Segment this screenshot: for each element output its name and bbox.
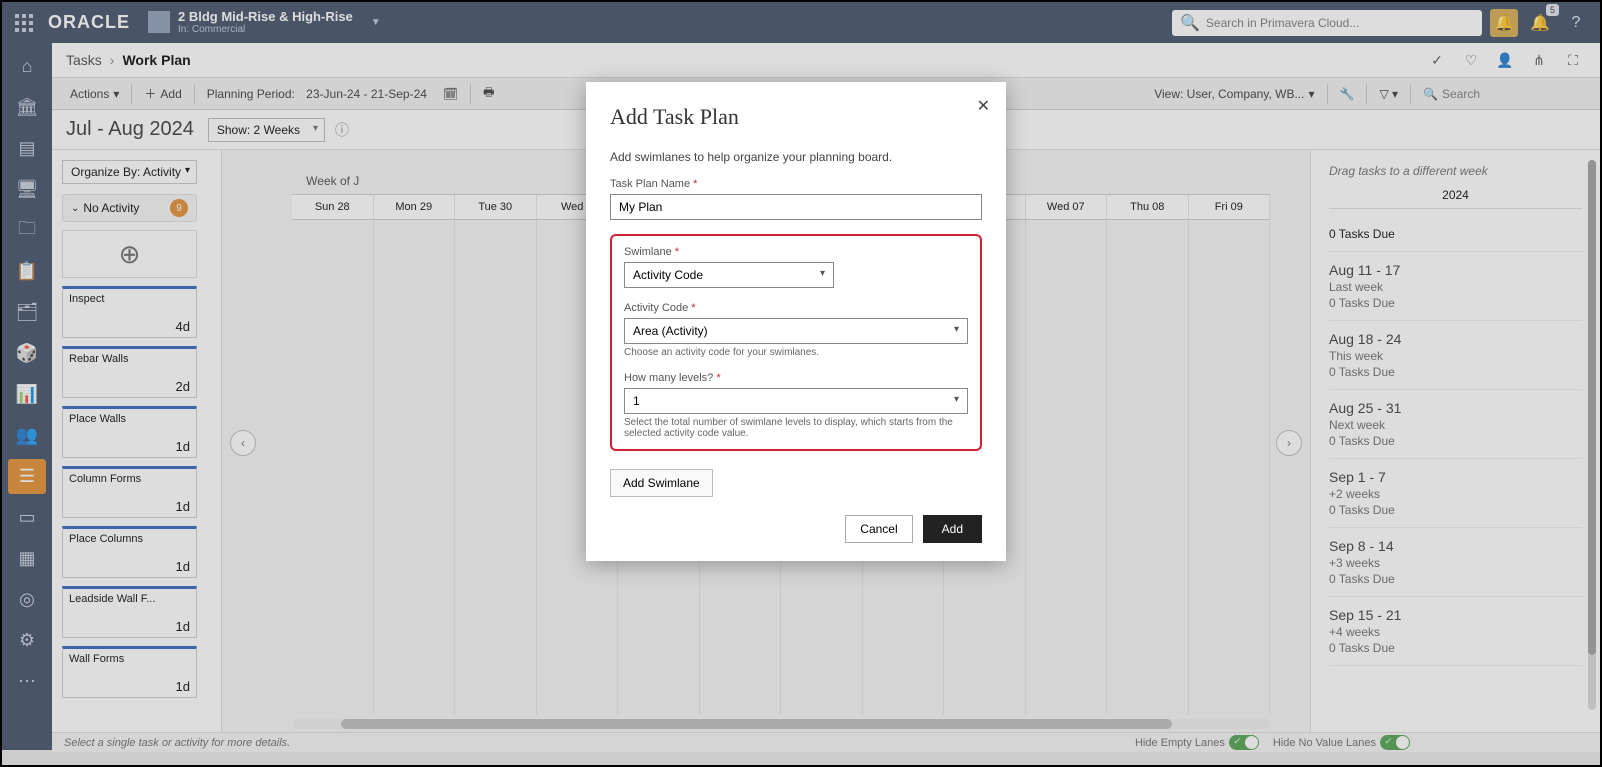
add-button[interactable]: Add: [923, 515, 982, 543]
close-icon[interactable]: ✕: [977, 96, 990, 116]
activity-code-label: Activity Code *: [624, 302, 968, 314]
activity-code-select[interactable]: Area (Activity): [624, 318, 968, 344]
levels-label: How many levels? *: [624, 372, 968, 384]
swimlane-config-group: Swimlane * Activity Code Activity Code *…: [610, 234, 982, 451]
dialog-title: Add Task Plan: [610, 104, 982, 130]
levels-help: Select the total number of swimlane leve…: [624, 417, 968, 439]
task-plan-name-input[interactable]: [610, 194, 982, 220]
add-task-plan-dialog: ✕ Add Task Plan Add swimlanes to help or…: [586, 82, 1006, 561]
dialog-hint: Add swimlanes to help organize your plan…: [610, 150, 982, 164]
activity-code-help: Choose an activity code for your swimlan…: [624, 347, 968, 358]
swimlane-label: Swimlane *: [624, 246, 968, 258]
levels-select[interactable]: 1: [624, 388, 968, 414]
add-swimlane-button[interactable]: Add Swimlane: [610, 469, 713, 497]
swimlane-select[interactable]: Activity Code: [624, 262, 834, 288]
task-plan-name-label: Task Plan Name *: [610, 178, 982, 190]
cancel-button[interactable]: Cancel: [845, 515, 912, 543]
